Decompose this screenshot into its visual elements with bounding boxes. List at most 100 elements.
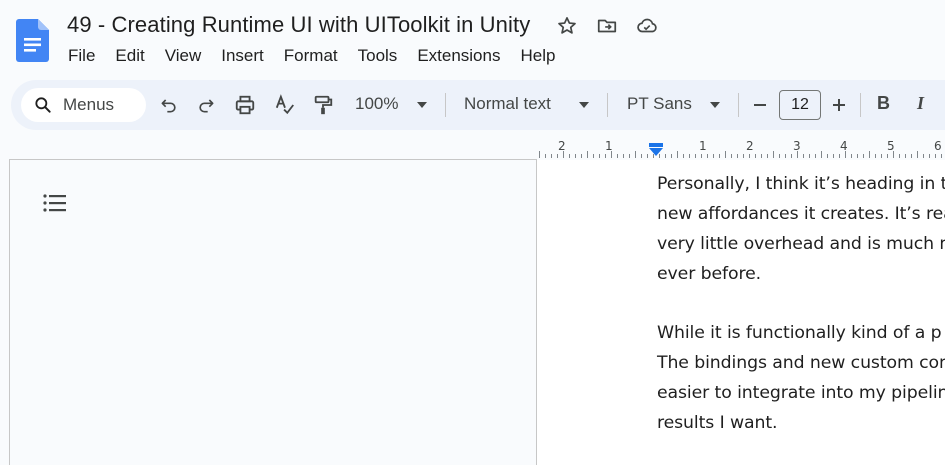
font-select[interactable]: PT Sans xyxy=(627,94,692,114)
print-icon[interactable] xyxy=(232,92,258,118)
ruler-tick xyxy=(677,151,678,158)
ruler-tick xyxy=(773,151,774,158)
body-text-line[interactable]: easier to integrate into my pipelin xyxy=(657,383,945,403)
ruler-tick xyxy=(683,154,684,158)
body-text-line[interactable]: very little overhead and is much m xyxy=(657,234,945,254)
ruler-tick xyxy=(851,154,852,158)
ruler-tick xyxy=(803,154,804,158)
body-text-line[interactable]: results I want. xyxy=(657,413,778,433)
ruler-tick xyxy=(821,151,822,158)
ruler-tick xyxy=(743,154,744,158)
body-text-line[interactable]: While it is functionally kind of a p xyxy=(657,323,942,343)
ruler-tick xyxy=(635,151,636,158)
ruler-tick xyxy=(695,154,696,158)
search-menus-input[interactable]: Menus xyxy=(21,88,146,122)
ruler-tick xyxy=(887,154,888,158)
ruler-tick xyxy=(935,154,936,158)
body-text-line[interactable]: The bindings and new custom com xyxy=(657,353,945,373)
ruler-tick xyxy=(599,154,600,158)
ruler-tick xyxy=(761,154,762,158)
font-caret-icon[interactable] xyxy=(710,102,720,108)
ruler-tick xyxy=(767,154,768,158)
ruler-tick xyxy=(629,154,630,158)
search-placeholder: Menus xyxy=(63,95,115,114)
search-icon xyxy=(35,97,51,113)
ruler-tick xyxy=(839,154,840,158)
body-text-line[interactable]: new affordances it creates. It’s rea xyxy=(657,204,945,224)
ruler-tick xyxy=(917,151,918,158)
move-to-folder-icon[interactable] xyxy=(595,14,619,38)
ruler-tick xyxy=(671,154,672,158)
menu-tools[interactable]: Tools xyxy=(348,44,408,68)
ruler-tick xyxy=(755,154,756,158)
ruler-tick xyxy=(833,154,834,158)
docs-logo-icon[interactable] xyxy=(16,19,49,62)
font-size-input[interactable]: 12 xyxy=(779,90,821,120)
ruler-tick xyxy=(713,154,714,158)
spellcheck-icon[interactable] xyxy=(272,92,298,118)
menu-file[interactable]: File xyxy=(58,44,105,68)
ruler-tick xyxy=(587,151,588,158)
style-caret-icon[interactable] xyxy=(579,102,589,108)
zoom-select[interactable]: 100% xyxy=(355,94,398,114)
zoom-caret-icon[interactable] xyxy=(417,102,427,108)
menu-insert[interactable]: Insert xyxy=(211,44,274,68)
paragraph-style-select[interactable]: Normal text xyxy=(464,94,551,114)
ruler-tick xyxy=(647,154,648,158)
ruler-tick xyxy=(737,154,738,158)
ruler-tick xyxy=(641,154,642,158)
menu-bar: File Edit View Insert Format Tools Exten… xyxy=(58,44,565,68)
ruler-tick xyxy=(815,154,816,158)
ruler-tick xyxy=(779,154,780,158)
ruler-tick xyxy=(719,154,720,158)
document-page[interactable]: Personally, I think it’s heading in t ne… xyxy=(537,160,945,465)
ruler-tick xyxy=(785,154,786,158)
ruler-tick xyxy=(899,154,900,158)
bold-button[interactable]: B xyxy=(877,93,890,114)
increase-font-size-icon[interactable] xyxy=(826,92,852,118)
ruler-number: 1 xyxy=(605,139,613,153)
ruler-tick xyxy=(749,154,750,158)
outline-list-icon[interactable] xyxy=(42,190,68,216)
menu-extensions[interactable]: Extensions xyxy=(407,44,510,68)
ruler-tick xyxy=(569,154,570,158)
ruler-number: 2 xyxy=(746,139,754,153)
menu-format[interactable]: Format xyxy=(274,44,348,68)
ruler-tick xyxy=(911,154,912,158)
paint-format-icon[interactable] xyxy=(310,92,336,118)
star-icon[interactable] xyxy=(555,14,579,38)
ruler-number: 1 xyxy=(699,139,707,153)
toolbar-divider xyxy=(738,93,739,117)
ruler-tick xyxy=(551,154,552,158)
body-text-line[interactable]: Personally, I think it’s heading in t xyxy=(657,174,945,194)
ruler-tick xyxy=(869,151,870,158)
ruler-tick xyxy=(653,154,654,158)
undo-icon[interactable] xyxy=(156,92,182,118)
ruler-tick xyxy=(689,154,690,158)
ruler-tick xyxy=(605,154,606,158)
body-text-line[interactable]: ever before. xyxy=(657,264,761,284)
toolbar-divider xyxy=(445,93,446,117)
document-outline-panel xyxy=(9,159,537,465)
ruler-tick xyxy=(791,154,792,158)
ruler-number: 6 xyxy=(934,139,942,153)
italic-button[interactable]: I xyxy=(917,93,924,114)
horizontal-ruler[interactable]: 2 1 1 2 3 4 5 6 xyxy=(537,138,945,160)
menu-help[interactable]: Help xyxy=(510,44,565,68)
ruler-tick xyxy=(581,154,582,158)
ruler-tick xyxy=(725,151,726,158)
cloud-status-icon[interactable] xyxy=(635,14,659,38)
ruler-tick xyxy=(557,154,558,158)
document-title[interactable]: 49 - Creating Runtime UI with UIToolkit … xyxy=(67,12,530,38)
ruler-tick xyxy=(857,154,858,158)
menu-edit[interactable]: Edit xyxy=(105,44,154,68)
ruler-tick xyxy=(941,154,942,158)
ruler-tick xyxy=(659,154,660,158)
ruler-tick xyxy=(665,154,666,158)
redo-icon[interactable] xyxy=(193,92,219,118)
ruler-tick xyxy=(923,154,924,158)
decrease-font-size-icon[interactable] xyxy=(747,92,773,118)
menu-view[interactable]: View xyxy=(155,44,212,68)
ruler-tick xyxy=(575,154,576,158)
ruler-tick xyxy=(617,154,618,158)
